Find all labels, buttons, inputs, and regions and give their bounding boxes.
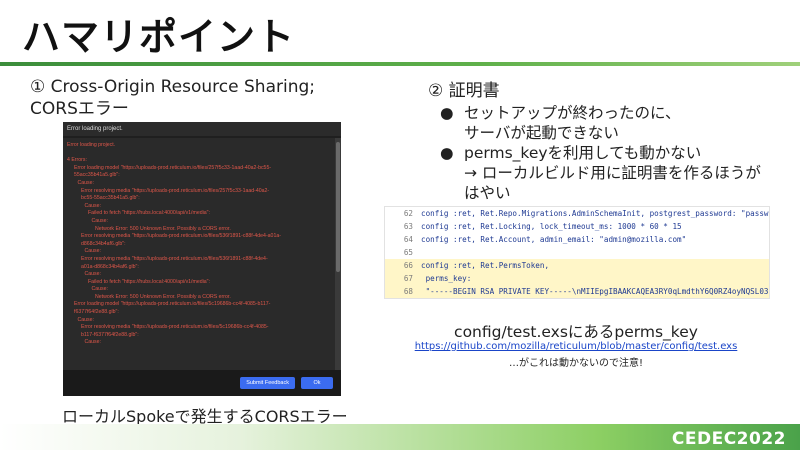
title-divider <box>0 62 800 66</box>
cors-heading: ① Cross-Origin Resource Sharing; CORSエラー <box>30 77 315 119</box>
code-caption: config/test.exsにあるperms_key <box>454 323 698 341</box>
code-line: 66 config :ret, Ret.PermsToken, <box>385 259 769 272</box>
error-log-line: Error loading model "https://uploads-pro… <box>74 301 271 308</box>
error-log-line: 55acc35b41a5.glb": <box>74 172 120 179</box>
code-text: config :ret, Ret.Repo.Migrations.AdminSc… <box>421 209 770 218</box>
bullet-line: はやい <box>464 184 511 202</box>
bullet-dot-icon: ● <box>440 104 454 122</box>
submit-feedback-button: Submit Feedback <box>240 377 295 389</box>
code-text: config :ret, Ret.Locking, lock_timeout_m… <box>421 222 682 231</box>
caution-note: …がこれは動かないので注意! <box>508 358 643 369</box>
slide-title: ハマリポイント <box>22 15 296 59</box>
error-log-line: Cause: <box>84 271 101 278</box>
error-log-line: Cause: <box>84 248 101 255</box>
error-log-line: d868c34b4af6.glb": <box>81 240 126 247</box>
error-log-line: Cause: <box>84 202 101 209</box>
code-line: 67 perms_key: <box>385 272 769 285</box>
scrollbar-thumb <box>336 142 340 272</box>
line-number: 63 <box>403 222 413 231</box>
cedec-logo: CEDEC2022 <box>671 429 786 449</box>
line-number: 67 <box>403 274 413 283</box>
error-log-line: Cause: <box>91 286 108 293</box>
error-log-line: b117-f6377f64f2e88.glb": <box>81 331 139 338</box>
code-line: 63 config :ret, Ret.Locking, lock_timeout… <box>385 220 769 233</box>
certificate-heading: ② 証明書 <box>428 81 500 101</box>
bullet-line: サーバが起動できない <box>464 124 619 142</box>
error-log-line: Error resolving media "https://uploads-p… <box>81 187 270 194</box>
ok-button: Ok <box>301 377 333 389</box>
error-log-line: Cause: <box>84 339 101 346</box>
line-number: 66 <box>403 261 413 270</box>
error-log-line: Error loading project. <box>67 142 116 148</box>
bullet-line: → ローカルビルド用に証明書を作るほうが <box>464 164 761 182</box>
error-log-line: Cause: <box>91 217 108 224</box>
error-log-line: Error resolving media "https://uploads-p… <box>81 233 281 240</box>
code-line: 62 config :ret, Ret.Repo.Migrations.Admin… <box>385 207 769 220</box>
bullet-line: セットアップが終わったのに、 <box>464 104 681 122</box>
error-log-line: Failed to fetch "https://hubs.local:4000… <box>88 210 210 217</box>
screenshot-footer: Submit Feedback Ok <box>63 370 341 396</box>
line-number: 65 <box>403 248 413 257</box>
code-line: 64 config :ret, Ret.Account, admin_email:… <box>385 233 769 246</box>
bullet-line: perms_keyを利用しても動かない <box>464 144 702 162</box>
certificate-bullets: ● セットアップが終わったのに、 サーバが起動できない ● perms_keyを利用して… <box>440 103 780 203</box>
error-log-line: Error resolving media "https://uploads-p… <box>81 324 269 331</box>
code-text: config :ret, Ret.Account, admin_email: "… <box>421 235 687 244</box>
error-log-panel: Error loading project. 4 Errors: Error lo… <box>63 138 335 370</box>
code-text: "-----BEGIN RSA PRIVATE KEY-----\nMIIEpg… <box>421 287 770 296</box>
github-link[interactable]: https://github.com/mozilla/reticulum/blo… <box>384 341 768 352</box>
error-log-line: Failed to fetch "https://hubs.local:4000… <box>88 278 210 285</box>
code-text: config :ret, Ret.PermsToken, <box>421 261 550 270</box>
bullet-dot-icon: ● <box>440 144 454 162</box>
line-number: 64 <box>403 235 413 244</box>
error-log-line: 4 Errors: <box>67 157 87 164</box>
error-log-line: Error resolving media "https://uploads-p… <box>81 255 268 262</box>
screenshot-window-title: Error loading project. <box>63 122 341 136</box>
error-log-line: a01a-d868c34b4af6.glb": <box>81 263 139 270</box>
error-log-line: f6377f64f2e88.glb": <box>74 309 119 316</box>
error-log-line: Network Error: 500 Unknown Error. Possib… <box>95 293 231 300</box>
error-log-line <box>63 150 335 158</box>
bullet-item: ● セットアップが終わったのに、 サーバが起動できない <box>440 103 780 143</box>
error-log-scrollbar <box>335 138 341 370</box>
code-line: 68 "-----BEGIN RSA PRIVATE KEY-----\nMII… <box>385 285 769 298</box>
bullet-item: ● perms_keyを利用しても動かない → ローカルビルド用に証明書を作るほうが… <box>440 143 780 203</box>
code-snippet: 62 config :ret, Ret.Repo.Migrations.Admin… <box>384 206 770 299</box>
code-text: perms_key: <box>421 274 472 283</box>
error-log-line: Cause: <box>77 179 94 186</box>
error-log-line: Network Error: 500 Unknown Error. Possib… <box>95 225 231 232</box>
error-log-line: bc55-55acc35b41a5.glb": <box>81 195 140 202</box>
line-number: 62 <box>403 209 413 218</box>
error-log-line: Error loading model "https://uploads-pro… <box>74 164 272 171</box>
line-number: 68 <box>403 287 413 296</box>
error-log-line: Cause: <box>77 316 94 323</box>
cors-error-screenshot: Error loading project. Error loading pro… <box>63 122 341 396</box>
code-line: 65 <box>385 246 769 259</box>
